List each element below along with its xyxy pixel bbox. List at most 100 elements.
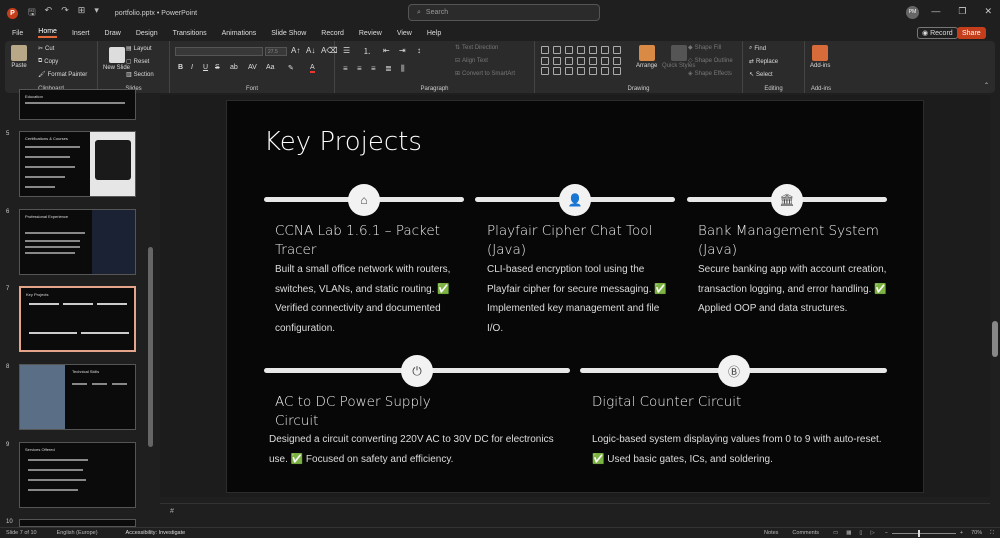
shape-item[interactable]: [613, 46, 621, 54]
undo-icon[interactable]: ↶: [45, 5, 53, 21]
shape-item[interactable]: [553, 56, 561, 65]
font-size-combo[interactable]: 27.5: [265, 47, 287, 56]
align-left-icon[interactable]: ≡: [343, 64, 348, 73]
change-case-icon[interactable]: Aa: [266, 64, 275, 71]
align-text-button[interactable]: ⊟ Align Text: [455, 57, 488, 65]
minimize-icon[interactable]: —: [931, 6, 940, 17]
tab-design[interactable]: Design: [136, 30, 158, 37]
format-painter-button[interactable]: 🖌 Format Painter: [38, 71, 87, 79]
slide-thumbnail[interactable]: Certifications & Courses: [19, 131, 136, 197]
project-title[interactable]: Bank Management System (Java): [698, 222, 888, 260]
shape-item[interactable]: [553, 67, 561, 76]
tab-view[interactable]: View: [397, 30, 412, 37]
slide[interactable]: Key Projects ⌂ 👤 🏛 CCNA Lab 1.6.1 – Pack…: [226, 100, 924, 493]
tab-record[interactable]: Record: [321, 30, 344, 37]
scrollbar-thumb[interactable]: [992, 321, 998, 357]
shape-item[interactable]: [565, 67, 573, 76]
slide-thumbnail[interactable]: Technical Skills: [19, 364, 136, 430]
char-spacing-icon[interactable]: AV: [248, 64, 257, 71]
shape-fill-button[interactable]: ◆ Shape Fill: [688, 44, 721, 52]
notes-button[interactable]: Notes: [764, 530, 778, 536]
increase-font-icon[interactable]: A↑: [291, 46, 300, 55]
shape-item[interactable]: [589, 67, 597, 76]
zoom-slider-thumb[interactable]: [917, 529, 920, 537]
layout-button[interactable]: ▤ Layout: [126, 45, 152, 53]
strikethrough-button[interactable]: S: [215, 64, 220, 71]
tab-slide-show[interactable]: Slide Show: [271, 30, 306, 37]
thumbnail-scrollbar[interactable]: [148, 97, 153, 525]
zoom-out-icon[interactable]: −: [885, 530, 888, 536]
tab-help[interactable]: Help: [427, 30, 441, 37]
tab-file[interactable]: File: [12, 30, 23, 37]
project-description[interactable]: Secure banking app with account creation…: [698, 260, 893, 319]
shape-item[interactable]: [565, 46, 573, 54]
underline-button[interactable]: U: [203, 64, 208, 71]
increase-indent-icon[interactable]: ⇥: [399, 46, 406, 55]
italic-button[interactable]: I: [191, 64, 193, 71]
close-icon[interactable]: ✕: [984, 6, 992, 17]
find-button[interactable]: ⌕ Find: [749, 45, 766, 52]
canvas-scrollbar[interactable]: [990, 95, 1000, 525]
bullets-icon[interactable]: ☰: [343, 46, 350, 55]
share-button[interactable]: Share: [957, 27, 986, 39]
shape-item[interactable]: [613, 67, 621, 76]
shape-item[interactable]: [589, 46, 597, 54]
slide-thumbnail[interactable]: Professional Experience: [19, 209, 136, 275]
highlight-icon[interactable]: ✎: [288, 64, 294, 72]
project-description[interactable]: Designed a circuit converting 220V AC to…: [269, 430, 559, 469]
save-icon[interactable]: 🖫: [28, 5, 36, 21]
justify-icon[interactable]: ≣: [385, 64, 392, 73]
avatar[interactable]: PM: [906, 6, 919, 19]
dropdown-icon[interactable]: ▾: [94, 5, 99, 21]
normal-view-icon[interactable]: ▭: [833, 530, 838, 536]
replace-button[interactable]: ⇄ Replace: [749, 58, 778, 66]
shape-item[interactable]: [601, 56, 609, 65]
cut-button[interactable]: ✂ Cut: [38, 45, 54, 53]
shape-item[interactable]: [577, 67, 585, 76]
font-color-icon[interactable]: A: [310, 64, 315, 73]
slide-title[interactable]: Key Projects: [264, 127, 422, 157]
shape-item[interactable]: [577, 46, 585, 54]
notes-pane[interactable]: #: [160, 503, 990, 523]
project-title[interactable]: CCNA Lab 1.6.1 – Packet Tracer: [275, 222, 445, 260]
shape-item[interactable]: [589, 56, 597, 65]
notes-text[interactable]: #: [170, 508, 174, 515]
project-description[interactable]: Logic-based system displaying values fro…: [592, 430, 882, 469]
align-center-icon[interactable]: ≡: [357, 64, 362, 73]
shape-item[interactable]: [541, 46, 549, 54]
slide-thumbnail[interactable]: [19, 519, 136, 527]
tab-home[interactable]: Home: [38, 28, 57, 38]
convert-smartart-button[interactable]: ⊞ Convert to SmartArt: [455, 70, 515, 78]
collapse-ribbon-icon[interactable]: ⌃: [984, 82, 989, 89]
project-description[interactable]: Built a small office network with router…: [275, 260, 465, 338]
numbering-icon[interactable]: ⒈: [363, 46, 371, 57]
restore-icon[interactable]: ❐: [958, 6, 966, 17]
zoom-in-icon[interactable]: +: [960, 530, 963, 536]
project-title[interactable]: Playfair Cipher Chat Tool (Java): [487, 222, 667, 260]
slide-sorter-icon[interactable]: ▦: [846, 530, 851, 536]
shape-item[interactable]: [577, 56, 585, 65]
copy-button[interactable]: ⧉ Copy: [38, 58, 58, 65]
shadow-icon[interactable]: ab: [230, 64, 238, 71]
arrange-button[interactable]: Arrange: [636, 45, 657, 69]
shape-item[interactable]: [541, 56, 549, 65]
paste-button[interactable]: Paste: [11, 45, 27, 69]
slide-thumbnail[interactable]: Education: [19, 89, 136, 120]
shape-item[interactable]: [613, 56, 621, 65]
shape-item[interactable]: [565, 56, 573, 65]
text-direction-button[interactable]: ⇅ Text Direction: [455, 44, 498, 52]
reading-view-icon[interactable]: ▯: [859, 530, 862, 536]
decrease-font-icon[interactable]: A↓: [306, 46, 315, 55]
scrollbar-thumb[interactable]: [148, 247, 153, 447]
project-title[interactable]: AC to DC Power Supply Circuit: [275, 393, 455, 431]
align-right-icon[interactable]: ≡: [371, 64, 376, 73]
tab-insert[interactable]: Insert: [72, 30, 90, 37]
shape-effects-button[interactable]: ◈ Shape Effects: [688, 70, 732, 78]
select-button[interactable]: ↖ Select: [749, 71, 773, 79]
shapes-gallery[interactable]: [541, 46, 623, 76]
addins-button[interactable]: Add-ins: [810, 45, 830, 69]
line-spacing-icon[interactable]: ↕: [417, 46, 421, 55]
slide-thumbnail[interactable]: Services Offered: [19, 442, 136, 508]
shape-outline-button[interactable]: ◇ Shape Outline: [688, 57, 733, 65]
accessibility-indicator[interactable]: Accessibility: Investigate: [126, 530, 186, 536]
